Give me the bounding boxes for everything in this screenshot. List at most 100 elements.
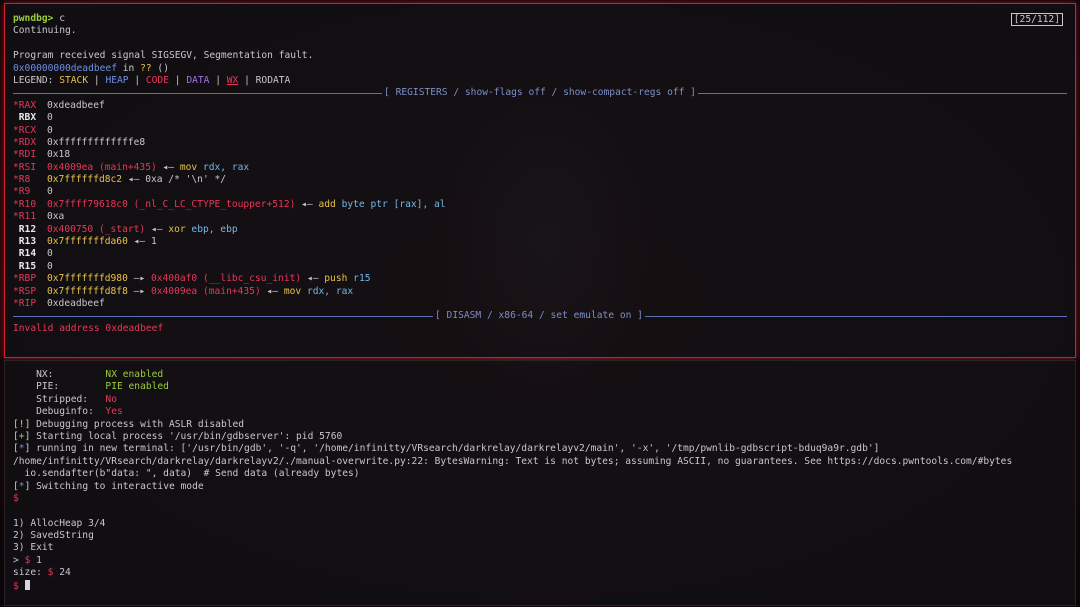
register-row: *R9 0 (13, 186, 1067, 198)
register-address: 0x7fffffffd8f8 (47, 285, 128, 297)
register-name: R13 (13, 236, 37, 248)
register-name: *R9 (13, 186, 31, 198)
gdb-prompt: pwndbg> (13, 13, 54, 24)
running-text: running in new terminal: ['/usr/bin/gdb'… (30, 443, 880, 455)
running-terminal-line: [*] running in new terminal: ['/usr/bin/… (13, 443, 880, 455)
register-row: *RAX 0xdeadbeef (13, 100, 1067, 112)
legend-sep: | (128, 74, 146, 86)
legend-code: CODE (145, 74, 169, 86)
aslr-warning-line: [!] Debugging process with ASLR disabled (13, 418, 245, 430)
register-value: 1 (150, 236, 157, 248)
register-value: 0 (47, 260, 53, 272)
checksec-row: PIE: PIE enabled (13, 381, 1067, 393)
disasm-header: [ DISASM / x86-64 / set emulate on ] (435, 310, 643, 322)
register-arrow: ◂— (295, 198, 319, 210)
legend-rodata: RODATA (255, 74, 291, 86)
register-name: *RDI (13, 149, 37, 161)
legend-heap: HEAP (105, 74, 129, 86)
register-arrow: ◂— (156, 161, 180, 173)
register-row: RBX 0 (13, 112, 1067, 124)
register-value: 0xfffffffffffffe8 (47, 136, 146, 148)
fault-line: 0x00000000deadbeef in ?? () (13, 63, 1067, 75)
register-row: R12 0x400750 (_start) ◂— xor ebp, ebp (13, 224, 1067, 236)
checksec-value: No (105, 393, 117, 405)
bytes-warning-line: /home/infinitty/VRsearch/darkrelay/darkr… (13, 455, 1013, 467)
register-arrow: ◂— (145, 223, 169, 235)
register-arrow: —▸ (127, 273, 151, 285)
input-line[interactable]: $ (13, 579, 1067, 592)
checksec-list: NX: NX enabled PIE: PIE enabled Stripped… (13, 369, 1067, 419)
interactive-text: Switching to interactive mode (30, 480, 204, 492)
register-operands: rdx, rax (301, 285, 354, 297)
register-row: *R8 0x7ffffffd8c2 ◂— 0xa /* '\n' */ (13, 174, 1067, 186)
registers-header: [ REGISTERS / show-flags off / show-comp… (384, 87, 696, 99)
register-name: R12 (13, 223, 37, 235)
checksec-row: NX: NX enabled (13, 369, 1067, 381)
register-address: 0x7fffffffd980 (47, 273, 128, 285)
register-value: 0xdeadbeef (47, 297, 105, 309)
register-arrow: ◂— (260, 285, 284, 297)
register-address: 0x7fffffffda60 (47, 236, 128, 248)
register-name: *RDX (13, 136, 37, 148)
register-row: *RDI 0x18 (13, 149, 1067, 161)
checksec-row: Stripped: No (13, 394, 1067, 406)
sendafter-line: io.sendafter(b"data: ", data) # Send dat… (13, 468, 360, 480)
register-value: 0xa (47, 211, 65, 223)
register-row: *RSI 0x4009ea (main+435) ◂— mov rdx, rax (13, 162, 1067, 174)
checksec-key: PIE: (13, 381, 106, 393)
terminal-output: NX: NX enabled PIE: PIE enabled Stripped… (13, 369, 1067, 592)
fault-args: () (151, 62, 169, 74)
register-value: 0 (47, 124, 53, 136)
register-operands: rdx, rax (197, 161, 250, 173)
plus-tag: + (18, 430, 25, 442)
register-address: 0x400750 (_start) (47, 223, 146, 235)
dollar-line: $ (13, 492, 19, 504)
register-operands: byte ptr [rax], al (335, 198, 446, 210)
checksec-value: Yes (105, 406, 123, 418)
menu-item-1: 1) AllocHeap 3/4 (13, 517, 106, 529)
register-name: *RSI (13, 161, 37, 173)
legend-sep: | (168, 74, 187, 86)
invalid-address-line: Invalid address 0xdeadbeef (13, 322, 164, 334)
checksec-key: Stripped: (13, 393, 106, 405)
terminal-cursor[interactable] (24, 579, 30, 590)
warn-text: Debugging process with ASLR disabled (30, 418, 245, 430)
register-instruction: mov (283, 285, 302, 297)
registers-list: *RAX 0xdeadbeef RBX 0 *RCX 0 *RDX 0xffffffffff… (13, 100, 1067, 311)
gdb-pane[interactable]: [25/112] pwndbg> c Continuing. Program r… (4, 3, 1076, 358)
register-address: 0x4009ea (main+435) (47, 161, 157, 173)
fault-in-text: in (116, 62, 141, 74)
plus-text: Starting local process '/usr/bin/gdbserv… (30, 430, 343, 442)
register-name: *RCX (13, 124, 37, 136)
register-pointee: 0x400af0 (__libc_csu_init) (150, 273, 302, 285)
register-name: R15 (13, 260, 37, 272)
menu-item-3: 3) Exit (13, 542, 54, 554)
choice-line: > $ 1 (13, 555, 1067, 567)
register-name: *RBP (13, 273, 37, 285)
legend-data: DATA (186, 74, 210, 86)
register-address: 0x7ffffffd8c2 (47, 174, 123, 186)
register-arrow: —▸ (127, 285, 151, 297)
checksec-row: Debuginfo: Yes (13, 406, 1067, 418)
register-row: *RSP 0x7fffffffd8f8 —▸ 0x4009ea (main+435… (13, 286, 1067, 298)
register-operands: r15 (347, 273, 371, 285)
registers-separator: [ REGISTERS / show-flags off / show-comp… (13, 87, 1067, 99)
signal-line: Program received signal SIGSEGV, Segment… (13, 50, 314, 62)
register-row: R13 0x7fffffffda60 ◂— 1 (13, 236, 1067, 248)
continuing-line: Continuing. (13, 25, 77, 37)
register-arrow: ◂— (122, 174, 146, 186)
register-row: *RIP 0xdeadbeef (13, 298, 1067, 310)
checksec-value: NX enabled (105, 369, 164, 380)
register-value: 0 (47, 112, 53, 124)
register-row: *RDX 0xfffffffffffffe8 (13, 137, 1067, 149)
register-value: 0xa /* '\n' */ (145, 174, 227, 186)
register-instruction: push (324, 273, 348, 285)
exploit-terminal-pane[interactable]: NX: NX enabled PIE: PIE enabled Stripped… (4, 360, 1076, 606)
register-value: 0 (47, 248, 53, 260)
register-value: 0 (47, 186, 53, 198)
register-operands: ebp, ebp (185, 223, 238, 235)
register-row: R15 0 (13, 261, 1067, 273)
register-address: 0x7ffff79618c0 (_nl_C_LC_CTYPE_toupper+5… (47, 198, 296, 210)
